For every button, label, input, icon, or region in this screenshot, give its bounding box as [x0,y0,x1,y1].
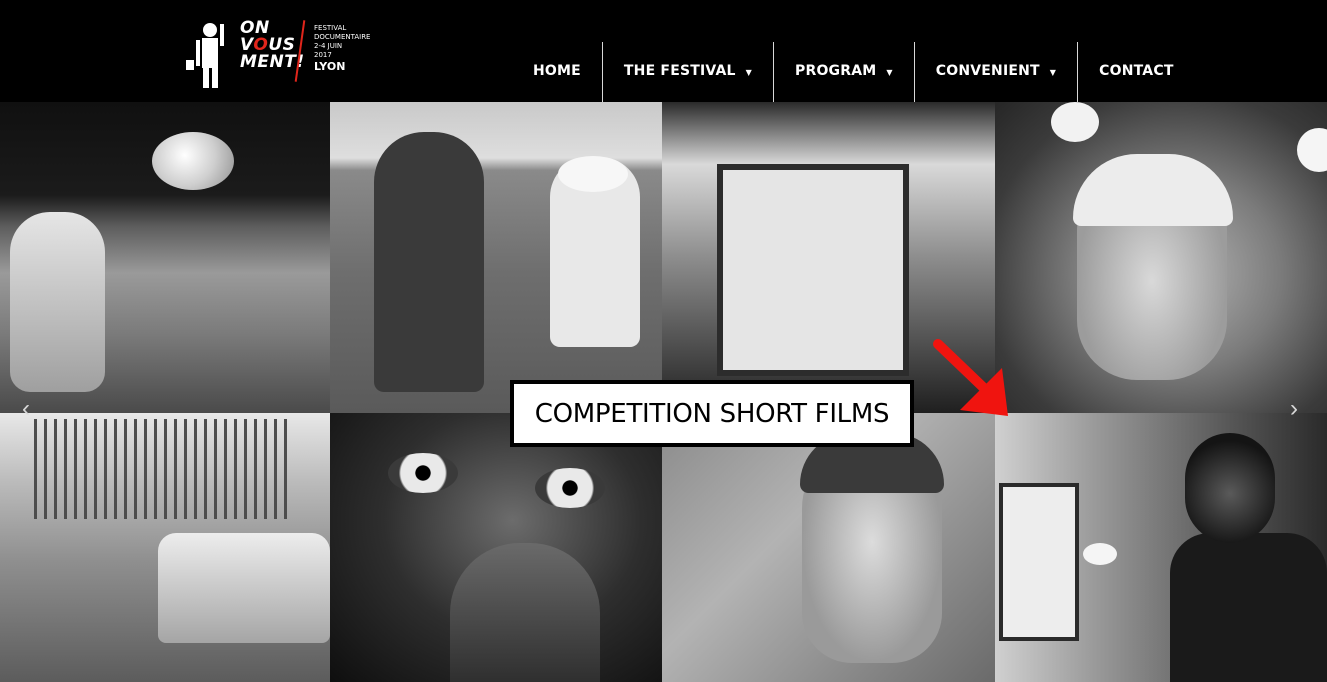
film-tile-eyes[interactable] [330,413,662,682]
ball-shape [1051,102,1099,142]
festival-logo[interactable]: ON VOUS MENT! FESTIVAL DOCUMENTAIRE 2-4 … [186,18,370,90]
eye-shape [388,453,458,493]
film-tile-boy-cap[interactable] [995,102,1327,413]
earth-shape [152,132,234,190]
film-tile-car[interactable] [0,413,330,682]
caret-down-icon: ▼ [745,67,752,77]
nav-item-the-festival[interactable]: THE FESTIVAL ▼ [601,42,773,102]
red-arrow-icon [933,339,1008,416]
nav-item-program[interactable]: PROGRAM ▼ [773,42,914,102]
gallery-caption[interactable]: COMPETITION SHORT FILMS [510,380,914,447]
gallery-caption-text: COMPETITION SHORT FILMS [534,398,890,429]
nav-item-home[interactable]: HOME [512,42,602,102]
film-tile-mask[interactable] [995,413,1327,682]
window-shape [717,164,909,376]
nav-item-contact[interactable]: CONTACT [1077,42,1194,102]
chevron-right-icon[interactable]: › [1290,395,1298,423]
body-shape [1170,533,1327,682]
eye-shape [535,468,605,508]
cap-shape [1073,154,1233,226]
film-tile-football-man[interactable] [662,413,995,682]
monitor-shape [999,483,1079,641]
fence-shape [34,419,294,519]
astronaut-shape [10,212,105,392]
film-tile-moon[interactable] [0,102,330,413]
car-shape [158,533,330,643]
hand-shape [450,543,600,682]
logo-dates: FESTIVAL DOCUMENTAIRE 2-4 JUIN 2017 LYON [314,24,371,73]
nav-item-convenient[interactable]: CONVENIENT ▼ [913,42,1077,102]
figure-illustration-icon [186,23,224,88]
mask-shape [1185,433,1275,543]
chevron-left-icon[interactable]: ‹ [22,395,30,423]
caret-down-icon: ▼ [886,67,893,77]
main-nav: HOME THE FESTIVAL ▼ PROGRAM ▼ CONVENIENT… [512,42,1195,102]
lamp-shape [1083,543,1117,565]
hat-shape [558,156,628,192]
logo-wordmark: ON VOUS MENT! [240,18,305,72]
film-tile-beach[interactable] [330,102,662,413]
person-shape [374,132,484,392]
ball-shape [1297,128,1327,172]
site-header: ON VOUS MENT! FESTIVAL DOCUMENTAIRE 2-4 … [0,0,1327,102]
caret-down-icon: ▼ [1049,67,1057,77]
